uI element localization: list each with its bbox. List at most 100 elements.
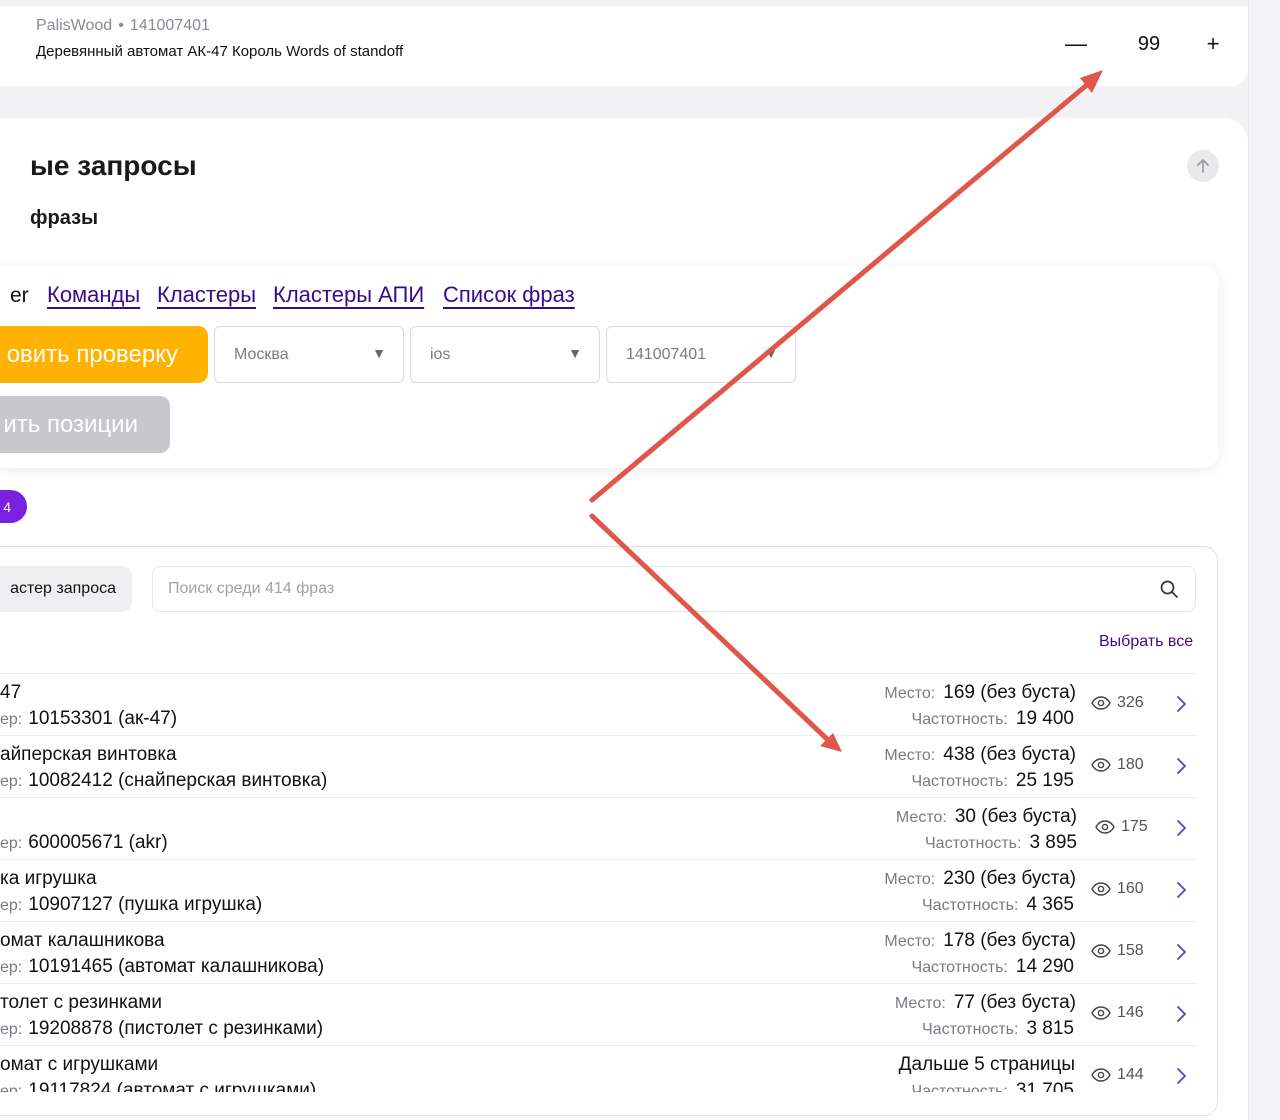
cluster-value: 19208878 (пистолет с резинками) [28,1018,324,1039]
place-value: 77 (без буста) [953,992,1076,1013]
views-count: 180 [1117,756,1144,773]
platform-value: ios [430,345,451,363]
eye-icon [1091,882,1111,896]
freq-value: 31 705 [1015,1080,1074,1092]
qty-decrement-button[interactable]: — [1056,24,1096,64]
freq-label: Частотность: [911,773,1008,790]
place-value: 178 (без буста) [943,930,1076,951]
city-select[interactable]: Москва ▼ [214,326,404,383]
article-select[interactable]: 141007401 ▼ [606,326,796,383]
row-title: айперская винтовка [0,744,177,765]
row-frequency: Частотность: 14 290 [911,956,1074,978]
row-cluster: ер: 10907127 (пушка игрушка) [0,894,262,916]
row-title: 47 [0,682,22,703]
row-place: Место: 77 (без буста) [895,992,1076,1014]
table-row[interactable]: омат с игрушками ер: 19117824 (автомат с … [0,1046,1216,1092]
chevron-right-icon[interactable] [1174,756,1188,776]
row-cluster: ер: 10153301 (ак-47) [0,708,177,730]
search-input[interactable] [168,580,1128,598]
right-gutter [1248,0,1280,1120]
freq-label: Частотность: [922,897,1019,914]
freq-value: 3 815 [1026,1018,1074,1039]
platform-select[interactable]: ios ▼ [410,326,600,383]
chevron-right-icon[interactable] [1174,942,1188,962]
table-row[interactable]: ка игрушка ер: 10907127 (пушка игрушка) М… [0,860,1216,922]
row-title: толет с резинками [0,992,162,1013]
arrow-up-icon [1197,159,1209,173]
chevron-right-icon[interactable] [1174,818,1188,838]
dropdown-arrow-icon: ▼ [372,345,386,361]
section-title: ые запросы [30,150,197,181]
tab-commands[interactable]: Команды [47,282,140,308]
row-title: омат калашникова [0,930,165,951]
row-place: Место: 169 (без буста) [884,682,1076,704]
product-article: 141007401 [129,17,210,34]
search-box[interactable] [152,566,1196,612]
scroll-up-button[interactable] [1187,150,1219,182]
chevron-right-icon[interactable] [1174,694,1188,714]
row-place: Место: 438 (без буста) [884,744,1076,766]
freq-label: Частотность: [922,1021,1019,1038]
views-count: 144 [1117,1066,1144,1083]
freq-value: 14 290 [1015,956,1074,977]
chevron-right-icon[interactable] [1174,880,1188,900]
place-value: 169 (без буста) [943,682,1076,703]
eye-icon [1091,758,1111,772]
place-label: Место: [895,809,947,826]
place-label: Место: [894,995,946,1012]
start-check-button[interactable]: овить проверку [0,326,208,383]
select-all-link[interactable]: Выбрать все [1099,633,1193,651]
place-label: Место: [884,871,936,888]
tab-phrase-list[interactable]: Список фраз [443,282,575,308]
row-place: Место: 178 (без буста) [884,930,1076,952]
eye-icon [1095,820,1115,834]
cluster-label: ер: [0,835,23,852]
row-frequency: Частотность: 3 895 [925,832,1077,854]
row-views: 160 [1091,880,1144,898]
place-label: Место: [884,685,936,702]
eye-icon [1091,1068,1111,1082]
chevron-right-icon[interactable] [1174,1004,1188,1024]
row-place: Место: 230 (без буста) [884,868,1076,890]
row-frequency: Частотность: 3 815 [922,1018,1074,1040]
tab-clusters-api[interactable]: Кластеры АПИ [273,282,424,308]
qty-increment-button[interactable]: + [1193,24,1233,64]
row-cluster: ер: 10191465 (автомат калашникова) [0,956,324,978]
views-count: 160 [1117,880,1144,897]
place-value: 230 (без буста) [943,868,1076,889]
row-frequency: Частотность: 19 400 [911,708,1074,730]
cluster-value: 10191465 (автомат калашникова) [28,956,325,977]
row-cluster: ер: 19117824 (автомат с игрушками) [0,1080,316,1092]
freq-label: Частотность: [911,1083,1008,1092]
row-cluster: ер: 10082412 (снайперская винтовка) [0,770,327,792]
views-count: 146 [1117,1004,1144,1021]
eye-icon [1091,1006,1111,1020]
table-row[interactable]: айперская винтовка ер: 10082412 (снайперс… [0,736,1216,798]
minus-icon: — [1065,31,1087,56]
positions-button[interactable]: ить позиции [0,396,170,453]
cluster-value: 19117824 (автомат с игрушками) [28,1080,317,1092]
section-subtitle: фразы [30,207,99,229]
search-icon[interactable] [1159,579,1179,599]
table-row[interactable]: омат калашникова ер: 10191465 (автомат ка… [0,922,1216,984]
cluster-value: 10082412 (снайперская винтовка) [28,770,328,791]
cluster-label: ер: [0,897,23,914]
row-frequency: Частотность: 25 195 [911,770,1074,792]
table-row[interactable]: толет с резинками ер: 19208878 (пистолет … [0,984,1216,1046]
row-views: 158 [1091,942,1144,960]
cluster-label: ер: [0,711,23,728]
chevron-right-icon[interactable] [1174,1066,1188,1086]
table-row[interactable]: ер: 600005671 (akr) Место: 30 (без буста) … [0,798,1216,860]
eye-icon [1091,944,1111,958]
cluster-value: 10907127 (пушка игрушка) [28,894,263,915]
place-value: 30 (без буста) [954,806,1077,827]
row-views: 180 [1091,756,1144,774]
article-value: 141007401 [626,345,707,363]
place-value: 438 (без буста) [943,744,1076,765]
cluster-label: ер: [0,1083,23,1092]
table-row[interactable]: 47 ер: 10153301 (ак-47) Место: 169 (без бу… [0,674,1216,736]
meta-separator: • [118,17,124,34]
tab-partial[interactable]: er [10,284,29,308]
tab-clusters[interactable]: Кластеры [157,282,256,308]
cluster-query-button[interactable]: астер запроса [0,566,132,612]
